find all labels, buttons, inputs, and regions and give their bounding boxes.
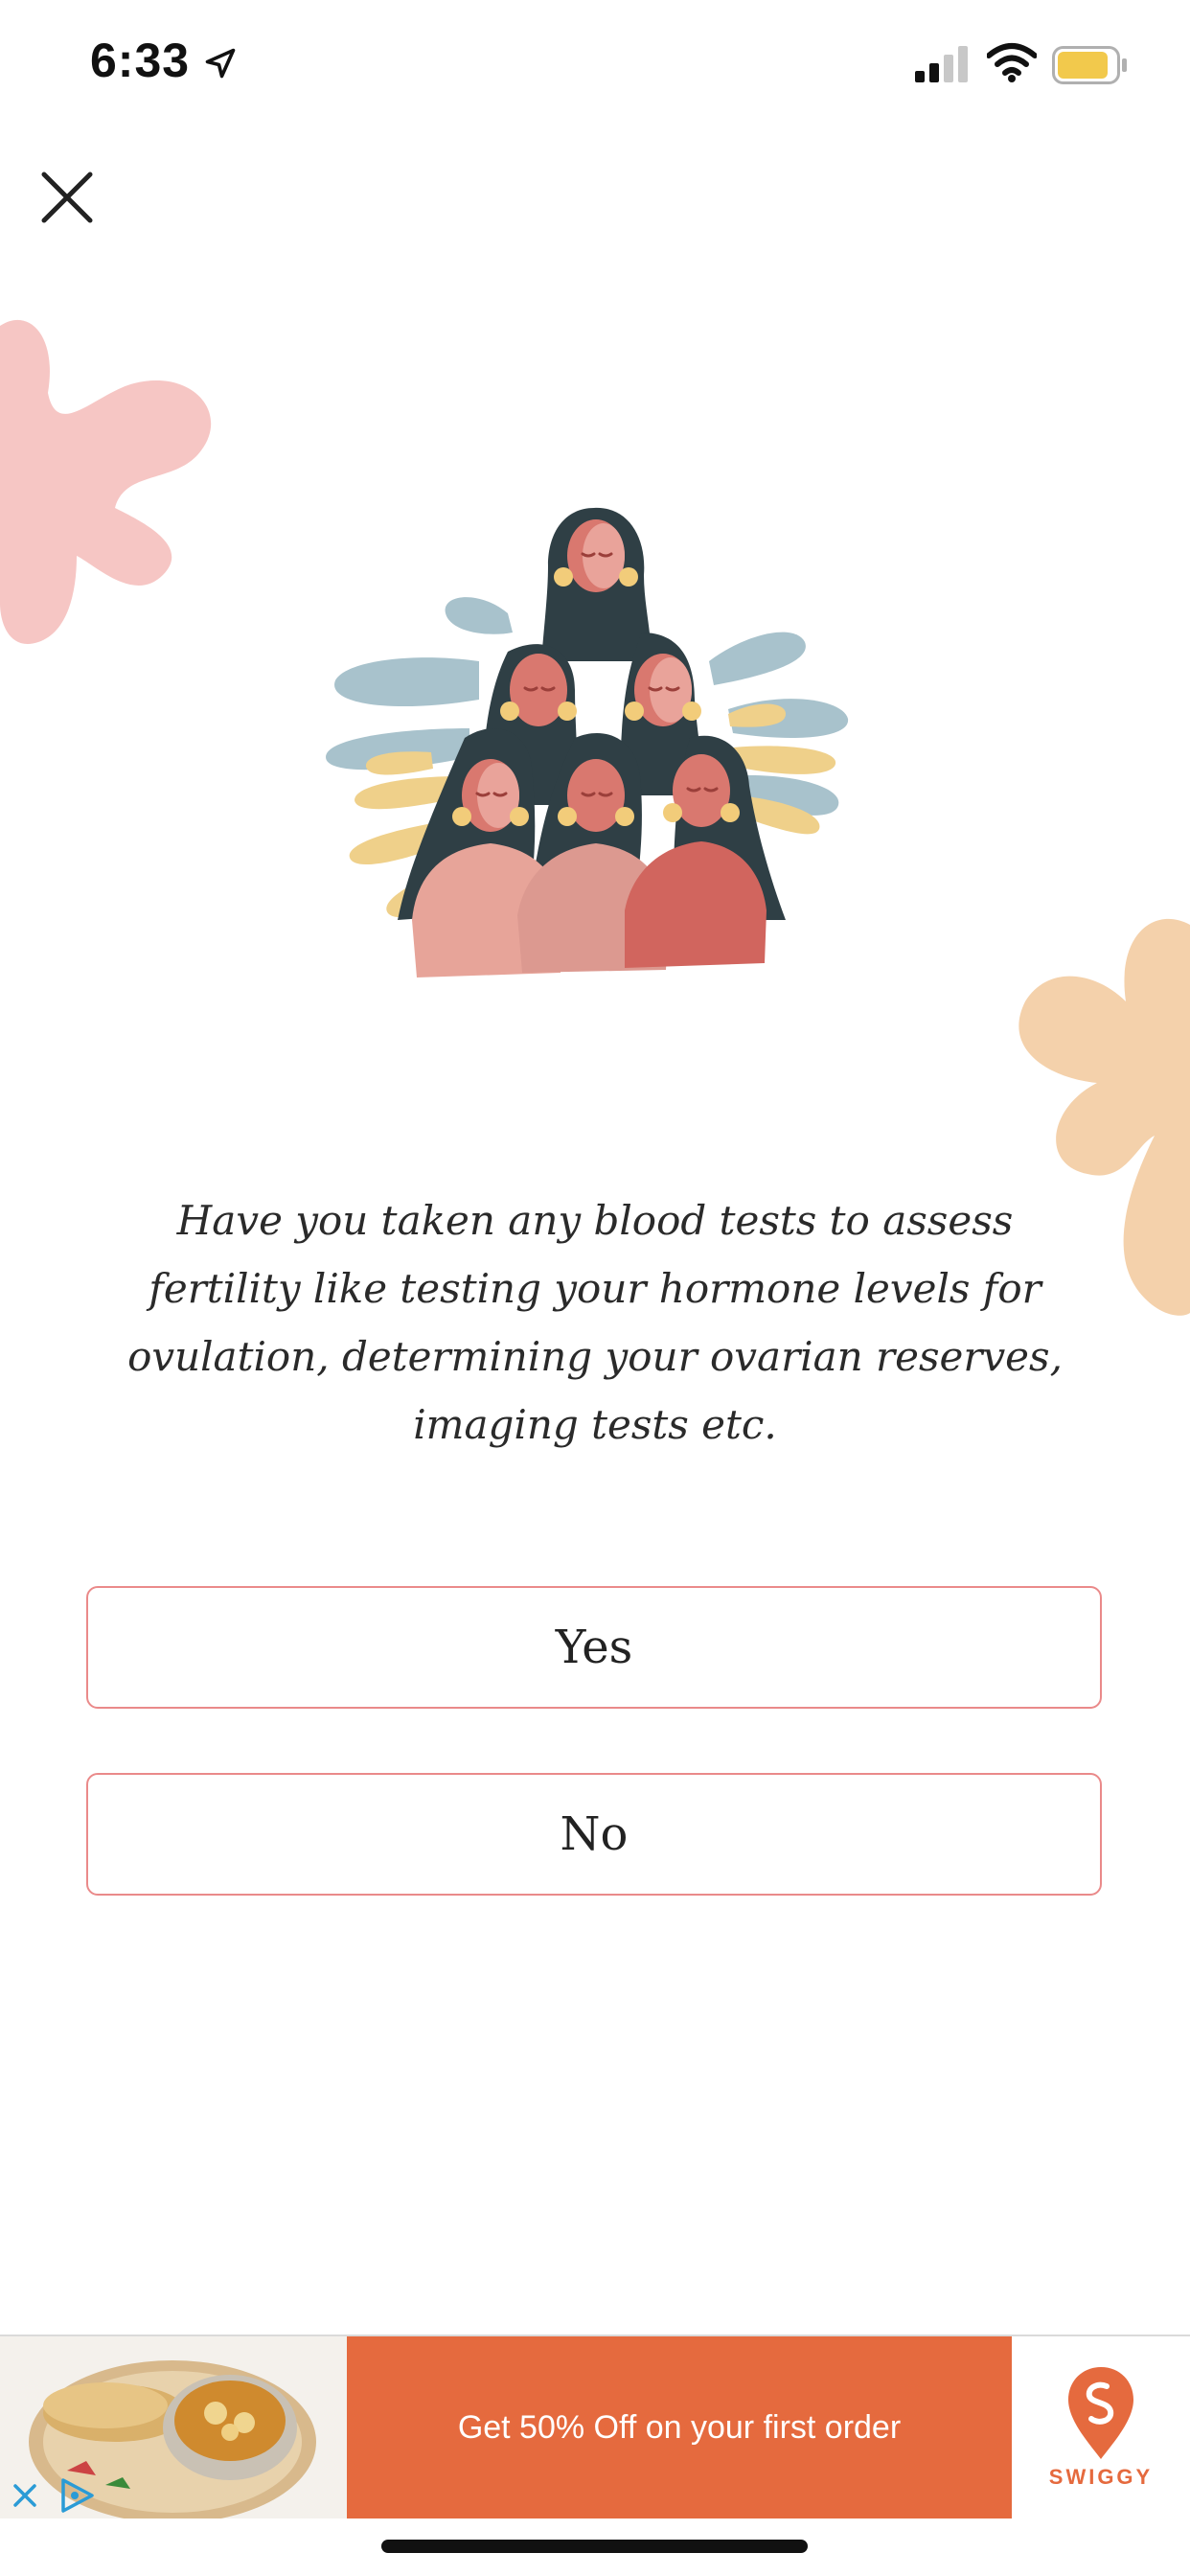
ad-brand-name: SWIGGY — [1048, 2465, 1154, 2489]
ad-brand-logo[interactable]: SWIGGY — [1012, 2336, 1190, 2518]
status-time: 6:33 — [90, 34, 191, 87]
close-button[interactable] — [29, 159, 105, 236]
battery-icon — [1052, 46, 1127, 84]
cellular-signal-icon — [915, 46, 968, 82]
ad-cta-text: Get 50% Off on your first order — [457, 2408, 902, 2446]
option-yes-button[interactable]: Yes — [86, 1586, 1102, 1709]
question-text: Have you taken any blood tests to assess… — [127, 1197, 1063, 1448]
ad-cta[interactable]: Get 50% Off on your first order — [347, 2336, 1012, 2518]
decorative-blob-pink — [0, 319, 212, 644]
food-plate-icon — [0, 2336, 347, 2518]
swiggy-logo-icon — [1068, 2367, 1133, 2459]
location-arrow-icon — [205, 48, 236, 79]
close-icon — [41, 172, 93, 223]
wifi-icon — [987, 43, 1037, 82]
home-indicator[interactable] — [381, 2540, 808, 2553]
group-of-women-illustration — [326, 507, 849, 978]
ad-choices-icon[interactable] — [56, 2476, 98, 2515]
ad-close-icon[interactable] — [8, 2478, 42, 2513]
status-bar: 6:33 — [0, 0, 1190, 129]
ad-food-image[interactable] — [0, 2336, 347, 2518]
ad-banner[interactable]: Get 50% Off on your first order SWIGGY — [0, 2334, 1190, 2520]
option-no-button[interactable]: No — [86, 1773, 1102, 1896]
